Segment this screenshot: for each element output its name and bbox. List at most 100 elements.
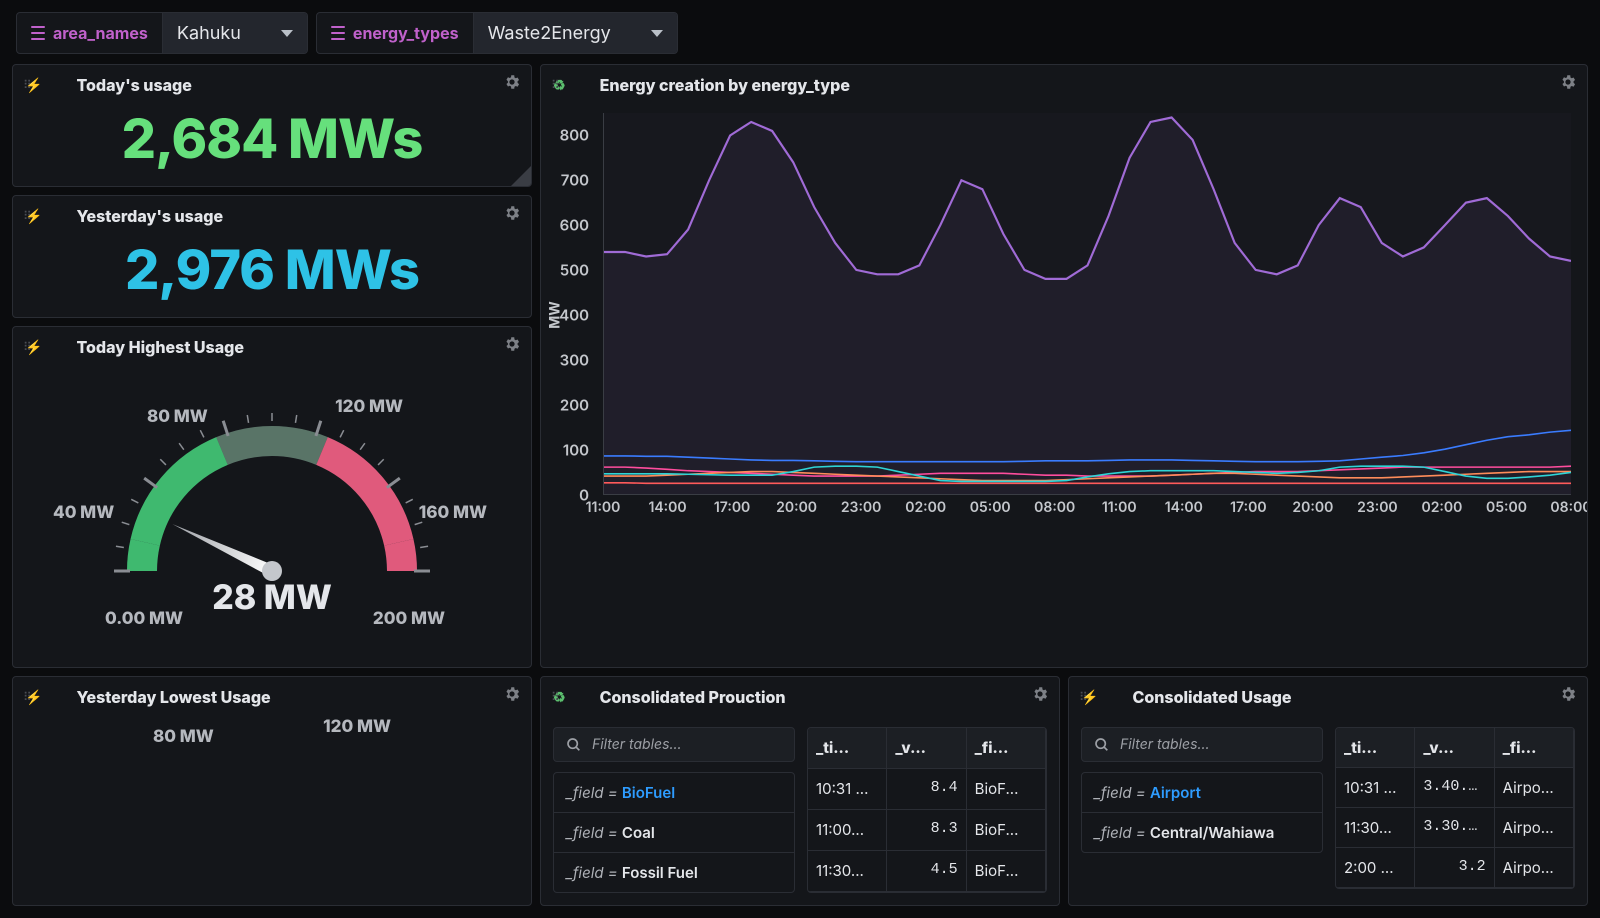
- table-header[interactable]: _fi...: [967, 728, 1046, 769]
- y-axis: 0100200300400500600700800: [555, 113, 595, 495]
- panel-yesterday-lowest-usage: ⠿ ⚡ Yesterday Lowest Usage 80 MW 120 MW: [12, 676, 532, 906]
- search-icon: [566, 737, 582, 753]
- x-tick: 08:00: [1034, 499, 1075, 516]
- settings-icon[interactable]: [503, 73, 521, 95]
- data-table: _ti..._v..._fi... 10:31 ...3.40...Airpo..…: [1335, 727, 1575, 889]
- data-table: _ti..._v..._fi...10:31 ...8.4BioF...11:0…: [807, 727, 1047, 893]
- field-row[interactable]: _field = Coal: [554, 813, 794, 853]
- drag-handle-icon[interactable]: ⠿: [23, 208, 34, 223]
- gauge-value: 28 MW: [23, 577, 521, 618]
- panel-title: Yesterday's usage: [76, 206, 223, 226]
- chevron-down-icon: [651, 30, 663, 37]
- panel-energy-creation: ⠿ ♻ Energy creation by energy_type MW 01…: [540, 64, 1588, 668]
- chevron-down-icon: [281, 30, 293, 37]
- panel-today-highest-usage: ⠿ ⚡ Today Highest Usage: [12, 326, 532, 668]
- table-header[interactable]: _ti...: [808, 728, 887, 769]
- x-tick: 02:00: [1421, 499, 1462, 516]
- panel-yesterdays-usage: ⠿ ⚡ Yesterday's usage 2,976 MWs: [12, 195, 532, 318]
- y-tick: 100: [563, 441, 589, 460]
- settings-icon[interactable]: [1031, 685, 1049, 707]
- x-tick: 11:00: [586, 499, 621, 516]
- gauge-tick-partial-1: 120 MW: [323, 717, 391, 737]
- gauge-tick-5: 200 MW: [373, 609, 445, 629]
- filter-placeholder: Filter tables...: [592, 736, 682, 753]
- table-cell: 3.40...: [1415, 768, 1494, 808]
- filter-energy-types-label: energy_types: [317, 13, 474, 53]
- filter-energy-types: energy_types Waste2Energy: [316, 12, 678, 54]
- table-cell: 10:31 ...: [1336, 768, 1415, 808]
- filter-energy-types-select[interactable]: Waste2Energy: [474, 13, 677, 53]
- filter-icon: [31, 26, 45, 40]
- yesterdays-usage-value: 2,976 MWs: [13, 236, 531, 317]
- field-row[interactable]: _field = Airport: [1082, 773, 1322, 813]
- gauge-tick-0: 0.00 MW: [105, 609, 183, 629]
- table-cell: Airpo...: [1495, 848, 1574, 888]
- gauge-tick-1: 40 MW: [53, 503, 114, 523]
- filter-area-names-label: area_names: [17, 13, 163, 53]
- x-tick: 23:00: [841, 499, 882, 516]
- panel-consolidated-usage: ⠿ ⚡ Consolidated Usage Filter tables... …: [1068, 676, 1588, 906]
- y-tick: 300: [560, 351, 589, 370]
- y-tick: 400: [559, 306, 589, 325]
- table-cell: 11:30...: [1336, 808, 1415, 848]
- table-header[interactable]: _fi...: [1495, 728, 1574, 768]
- plot-area: [603, 113, 1571, 495]
- x-tick: 14:00: [648, 499, 686, 516]
- drag-handle-icon[interactable]: ⠿: [23, 689, 34, 704]
- settings-icon[interactable]: [1559, 685, 1577, 707]
- y-tick: 700: [561, 171, 589, 190]
- filter-tables-input[interactable]: Filter tables...: [553, 727, 795, 762]
- variable-filters-bar: area_names Kahuku energy_types Waste2Ene…: [0, 0, 1600, 64]
- settings-icon[interactable]: [503, 335, 521, 357]
- panel-title: Consolidated Prouction: [600, 687, 786, 707]
- settings-icon[interactable]: [503, 685, 521, 707]
- settings-icon[interactable]: [503, 204, 521, 226]
- field-list: _field = Airport_field = Central/Wahiawa: [1081, 772, 1323, 853]
- drag-handle-icon[interactable]: ⠿: [551, 689, 562, 704]
- drag-handle-icon[interactable]: ⠿: [551, 77, 562, 92]
- series-red-low: [604, 483, 1571, 484]
- gauge-tick-2: 80 MW: [147, 407, 208, 427]
- y-tick: 200: [560, 396, 589, 415]
- table-header[interactable]: _v...: [1415, 728, 1494, 768]
- table-cell: Airpo...: [1495, 808, 1574, 848]
- todays-usage-value: 2,684 MWs: [13, 105, 531, 186]
- gauge-tick-4: 160 MW: [419, 503, 487, 523]
- table-cell: 11:00...: [808, 810, 887, 851]
- resize-handle-icon[interactable]: [511, 166, 531, 186]
- panel-title: Consolidated Usage: [1132, 687, 1291, 707]
- filter-area-names: area_names Kahuku: [16, 12, 308, 54]
- x-axis: 11:0014:0017:0020:0023:0002:0005:0008:00…: [603, 499, 1571, 521]
- gauge-tick-3: 120 MW: [335, 397, 403, 417]
- table-cell: 2:00 ...: [1336, 848, 1415, 888]
- panel-todays-usage: ⠿ ⚡ Today's usage 2,684 MWs: [12, 64, 532, 187]
- filter-energy-types-label-text: energy_types: [353, 23, 459, 43]
- filter-placeholder: Filter tables...: [1120, 736, 1210, 753]
- field-list: _field = BioFuel_field = Coal_field = Fo…: [553, 772, 795, 893]
- table-cell: 3.30...: [1415, 808, 1494, 848]
- table-header[interactable]: _v...: [887, 728, 966, 769]
- panel-title: Today Highest Usage: [76, 337, 244, 357]
- field-row[interactable]: _field = Central/Wahiawa: [1082, 813, 1322, 852]
- y-tick: 800: [560, 126, 589, 145]
- table-cell: BioF...: [967, 769, 1046, 810]
- drag-handle-icon[interactable]: ⠿: [1079, 689, 1090, 704]
- drag-handle-icon[interactable]: ⠿: [23, 77, 34, 92]
- settings-icon[interactable]: [1559, 73, 1577, 95]
- table-header[interactable]: _ti...: [1336, 728, 1415, 768]
- line-chart[interactable]: MW 0100200300400500600700800 11:0014:001…: [541, 105, 1587, 525]
- table-cell: 8.4: [887, 769, 966, 810]
- filter-area-names-select[interactable]: Kahuku: [163, 13, 307, 53]
- panel-title: Energy creation by energy_type: [600, 75, 850, 95]
- filter-tables-input[interactable]: Filter tables...: [1081, 727, 1323, 762]
- table-cell: Airpo...: [1495, 768, 1574, 808]
- field-row[interactable]: _field = BioFuel: [554, 773, 794, 813]
- panel-title: Yesterday Lowest Usage: [76, 687, 270, 707]
- table-cell: 4.5: [887, 851, 966, 892]
- table-cell: 8.3: [887, 810, 966, 851]
- y-tick: 600: [560, 216, 589, 235]
- filter-energy-types-value: Waste2Energy: [488, 23, 611, 44]
- drag-handle-icon[interactable]: ⠿: [23, 339, 34, 354]
- x-tick: 05:00: [1486, 499, 1527, 516]
- field-row[interactable]: _field = Fossil Fuel: [554, 853, 794, 892]
